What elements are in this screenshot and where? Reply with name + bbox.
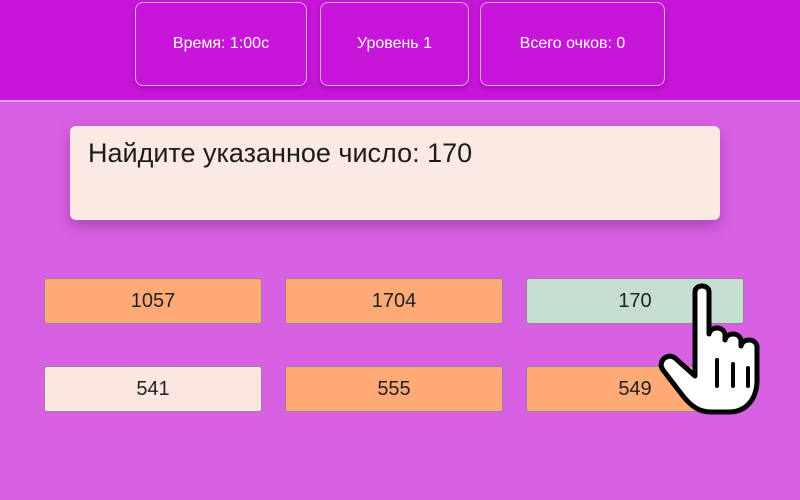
timer-display: Время: 1:00с [135,2,307,86]
number-tile-label: 541 [136,377,170,400]
number-tile[interactable]: 541 [44,366,262,412]
task-prompt: Найдите указанное число: 170 [70,126,720,220]
number-tile-label: 555 [377,377,411,400]
number-tile-label: 549 [618,377,652,400]
timer-label: Время: 1:00с [172,35,270,52]
score-label: Всего очков: 0 [519,35,626,52]
number-tile-label: 1704 [371,289,417,312]
level-display: Уровень 1 [320,2,469,86]
top-bar: Время: 1:00с Уровень 1 Всего очков: 0 [0,0,800,102]
score-display: Всего очков: 0 [480,2,665,86]
number-tile[interactable]: 1057 [44,278,262,324]
number-tile-label: 1057 [130,289,176,312]
number-tile[interactable]: 555 [285,366,503,412]
level-label: Уровень 1 [357,35,432,52]
number-tile[interactable]: 549 [526,366,744,412]
number-tile[interactable]: 170 [526,278,744,324]
number-tile[interactable]: 1704 [285,278,503,324]
task-prompt-text: Найдите указанное число: 170 [88,138,473,168]
number-tile-label: 170 [618,289,652,312]
